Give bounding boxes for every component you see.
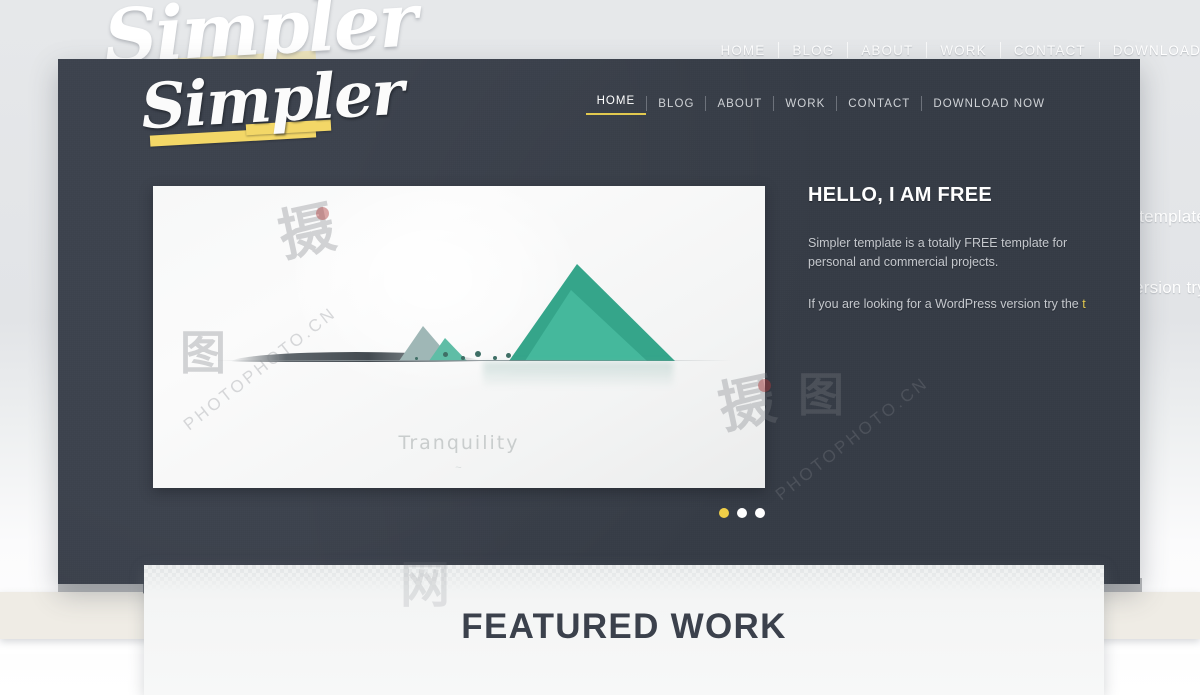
hero-paragraph-2: If you are looking for a WordPress versi… (808, 295, 1108, 314)
hero-paragraph-1: Simpler template is a totally FREE templ… (808, 236, 1068, 269)
nav-item-work[interactable]: WORK (774, 95, 836, 113)
ghost-nav-separator (999, 42, 1001, 58)
ghost-nav-item-home: HOME (720, 42, 766, 58)
site-logo[interactable]: Simpler (139, 59, 405, 173)
hero-slider[interactable]: Tranquility ~ (153, 186, 765, 488)
nav-item-about[interactable]: ABOUT (706, 95, 773, 113)
featured-work-title: FEATURED WORK (461, 607, 787, 646)
hero-heading: HELLO, I AM FREE (808, 184, 993, 206)
checker-texture (144, 565, 1104, 591)
hero-copy: HELLO, I AM FREE Simpler template is a t… (808, 184, 1108, 314)
watermark-dot (316, 207, 329, 220)
wordpress-version-link[interactable]: t (1082, 297, 1085, 311)
slide-signature: ~ (455, 462, 463, 474)
ghost-copy-fragment-1: template (1139, 207, 1200, 226)
slider-dot-1[interactable] (719, 508, 729, 518)
ghost-nav-item-download: DOWNLOAD (1112, 42, 1200, 58)
nav-item-home[interactable]: HOME (585, 92, 647, 115)
ghost-navigation: HOME BLOG ABOUT WORK CONTACT DOWNLOAD (707, 42, 1200, 58)
ghost-nav-item-work: WORK (940, 42, 987, 58)
ghost-nav-item-contact: CONTACT (1013, 42, 1086, 58)
slider-dot-2[interactable] (737, 508, 747, 518)
screenshot-stage: Simpler HOME BLOG ABOUT WORK CONTACT DOW… (0, 0, 1200, 695)
ghost-nav-item-blog: BLOG (792, 42, 835, 58)
ghost-nav-separator (778, 42, 780, 58)
nav-item-contact[interactable]: CONTACT (837, 95, 921, 113)
ghost-nav-separator (1098, 42, 1100, 58)
featured-work-section: FEATURED WORK (144, 565, 1104, 695)
hero-paragraph-2-text: If you are looking for a WordPress versi… (808, 297, 1083, 311)
main-navigation[interactable]: HOME BLOG ABOUT WORK CONTACT DOWNLOAD NO… (585, 92, 1056, 115)
slider-dot-3[interactable] (755, 508, 765, 518)
watermark-text: PHOTOPHOTO.CN (771, 373, 933, 505)
watermark-glyph: 图 (798, 368, 844, 422)
ghost-copy-fragment-2: ersion try (1134, 278, 1200, 297)
ghost-nav-separator (847, 42, 849, 58)
site-preview-card: Simpler HOME BLOG ABOUT WORK CONTACT DOW… (58, 59, 1140, 584)
ghost-nav-item-about: ABOUT (861, 42, 914, 58)
nav-item-blog[interactable]: BLOG (647, 95, 705, 113)
nav-item-download-now[interactable]: DOWNLOAD NOW (922, 95, 1056, 113)
slide-caption: Tranquility (398, 432, 520, 454)
slider-pagination[interactable] (719, 508, 765, 518)
logo-wordmark: Simpler (139, 59, 405, 144)
watermark-dot (758, 379, 771, 392)
ghost-nav-separator (926, 42, 928, 58)
